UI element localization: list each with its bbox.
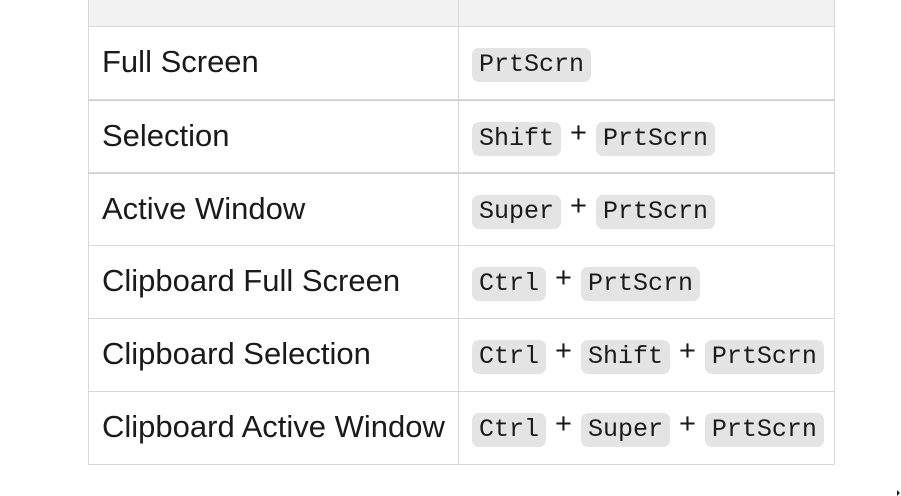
- key-cap: Super: [472, 195, 562, 229]
- table-row: Full Screen PrtScrn: [88, 27, 835, 100]
- action-label: Clipboard Active Window: [88, 392, 459, 464]
- table-row: Clipboard Selection Ctrl + Shift + PrtSc…: [88, 319, 835, 392]
- shortcut-keys: Super + PrtScrn: [459, 174, 835, 245]
- table-row: Clipboard Active Window Ctrl + Super + P…: [88, 392, 835, 465]
- table-row: Selection Shift + PrtScrn: [88, 100, 835, 173]
- shortcut-keys: Ctrl + Super + PrtScrn: [459, 392, 835, 464]
- key-cap: Super: [580, 413, 670, 447]
- plus-separator: +: [678, 335, 696, 367]
- plus-separator: +: [555, 262, 572, 294]
- key-cap: PrtScrn: [580, 267, 700, 301]
- plus-separator: +: [555, 408, 572, 440]
- shortcut-keys: Ctrl + PrtScrn: [459, 246, 835, 318]
- plus-separator: +: [678, 408, 696, 440]
- header-cell-keys: [459, 0, 835, 26]
- action-label: Selection: [88, 101, 459, 172]
- shortcut-keys: PrtScrn: [459, 27, 835, 99]
- shortcut-keys: Shift + PrtScrn: [459, 101, 835, 172]
- plus-separator: +: [555, 335, 572, 367]
- table-row: Active Window Super + PrtScrn: [88, 173, 835, 246]
- mouse-cursor-icon: [897, 490, 900, 496]
- key-cap: PrtScrn: [595, 195, 715, 229]
- key-cap: PrtScrn: [595, 122, 715, 156]
- key-cap: PrtScrn: [472, 48, 592, 82]
- action-label: Full Screen: [88, 27, 459, 99]
- key-cap: Ctrl: [472, 340, 547, 374]
- key-cap: PrtScrn: [704, 340, 824, 374]
- table-row: Clipboard Full Screen Ctrl + PrtScrn: [88, 246, 835, 319]
- action-label: Active Window: [88, 174, 459, 245]
- key-cap: PrtScrn: [704, 413, 824, 447]
- action-label: Clipboard Full Screen: [88, 246, 459, 318]
- header-cell-action: [88, 0, 459, 26]
- shortcut-keys: Ctrl + Shift + PrtScrn: [459, 319, 835, 391]
- key-cap: Shift: [472, 122, 562, 156]
- key-cap: Ctrl: [472, 413, 547, 447]
- table-header-row: [88, 0, 835, 27]
- plus-separator: +: [570, 117, 587, 149]
- key-cap: Ctrl: [472, 267, 547, 301]
- key-cap: Shift: [580, 340, 670, 374]
- shortcuts-table: Full Screen PrtScrn Selection Shift + Pr…: [88, 0, 835, 465]
- action-label: Clipboard Selection: [88, 319, 459, 391]
- plus-separator: +: [570, 190, 587, 222]
